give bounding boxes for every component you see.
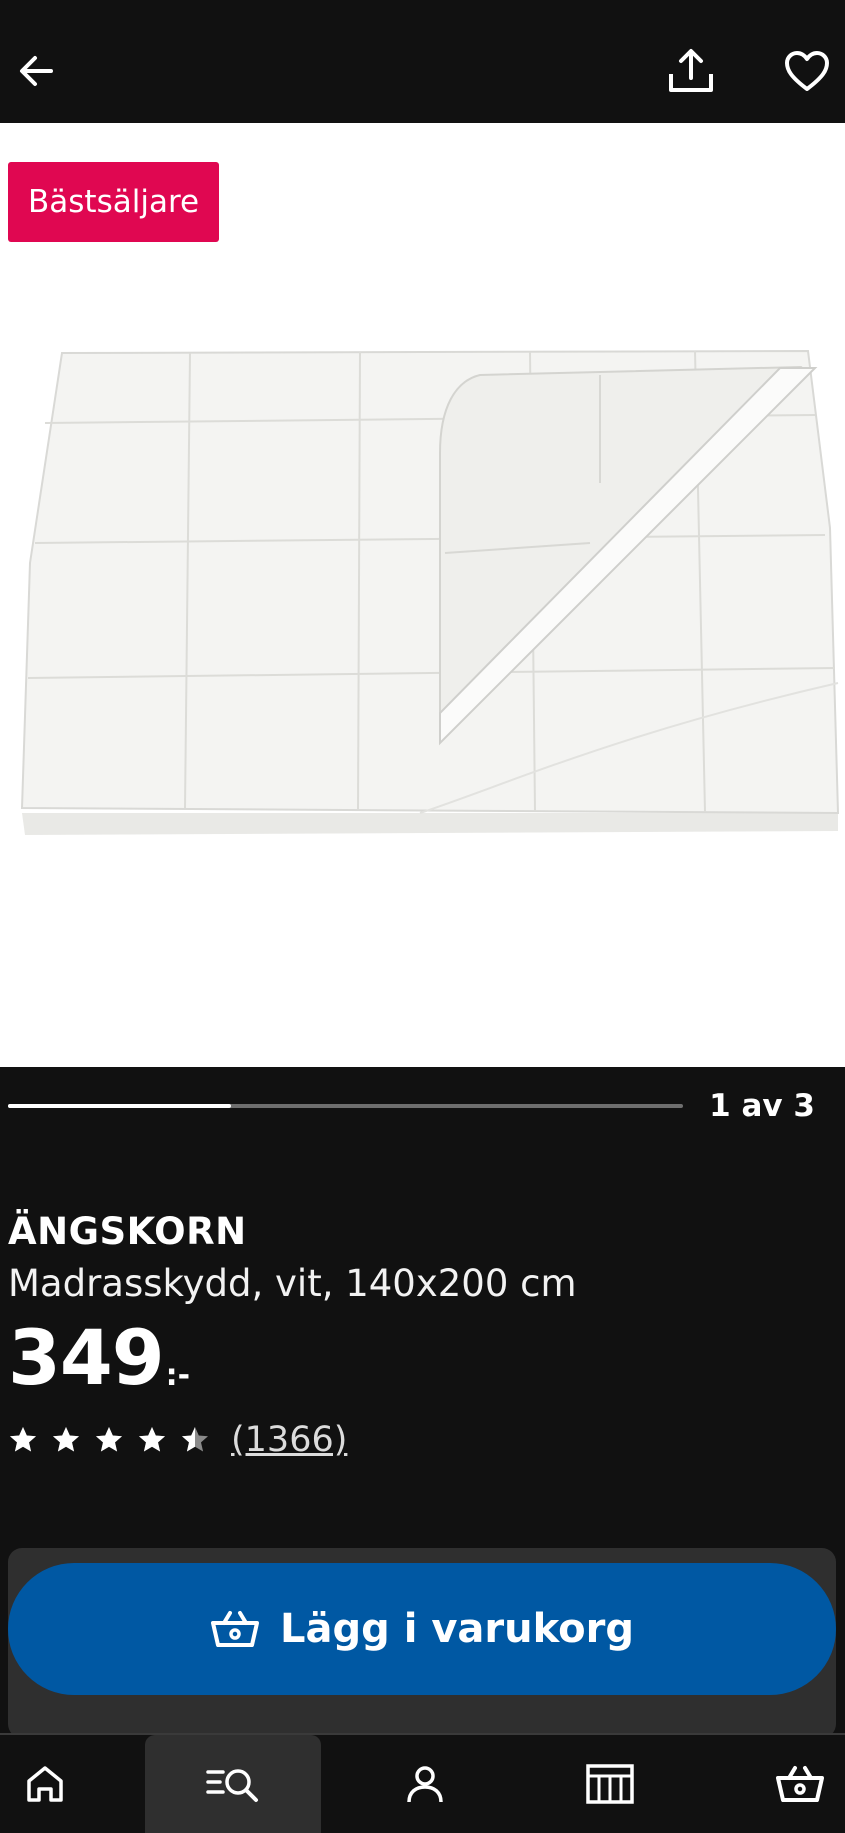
top-bar	[0, 0, 845, 123]
rating-stars	[8, 1425, 223, 1455]
review-count-link[interactable]: (1366)	[231, 1420, 347, 1460]
price-value: 349	[8, 1313, 165, 1402]
arrow-left-icon	[20, 56, 53, 86]
basket-icon	[211, 1611, 260, 1647]
price-suffix: :-	[165, 1358, 191, 1393]
heart-icon	[785, 51, 829, 91]
favourite-button[interactable]	[778, 42, 836, 100]
cart-icon	[776, 1766, 824, 1802]
product-name: ÄNGSKORN	[8, 1210, 247, 1253]
product-image	[20, 349, 840, 835]
nav-store[interactable]	[565, 1735, 655, 1833]
nav-profile[interactable]	[380, 1735, 470, 1833]
add-to-cart-label: Lägg i varukorg	[280, 1606, 634, 1652]
nav-search[interactable]	[145, 1735, 321, 1833]
gallery-counter: 1 av 3	[709, 1088, 815, 1124]
star-icon	[182, 1427, 208, 1452]
add-to-cart-button[interactable]: Lägg i varukorg	[8, 1563, 836, 1695]
product-image-gallery[interactable]	[0, 123, 845, 1067]
star-icon	[139, 1427, 165, 1452]
gallery-progress-bar	[8, 1104, 683, 1108]
product-price: 349 :-	[8, 1320, 190, 1396]
share-button[interactable]	[662, 42, 720, 100]
gallery-progress-fill	[8, 1104, 231, 1108]
search-icon	[206, 1769, 258, 1802]
star-icon	[96, 1427, 122, 1452]
nav-cart[interactable]	[755, 1735, 845, 1833]
store-icon	[586, 1764, 634, 1804]
share-icon	[669, 49, 713, 92]
home-icon	[27, 1766, 63, 1802]
star-icon	[53, 1427, 79, 1452]
bottom-navigation	[0, 1733, 845, 1833]
nav-home[interactable]	[0, 1735, 90, 1833]
star-icon	[10, 1427, 36, 1452]
profile-icon	[407, 1766, 443, 1803]
bestseller-badge: Bästsäljare	[8, 162, 220, 242]
rating[interactable]: (1366)	[8, 1420, 347, 1460]
product-description: Madrasskydd, vit, 140x200 cm	[8, 1262, 577, 1305]
back-button[interactable]	[8, 42, 66, 100]
